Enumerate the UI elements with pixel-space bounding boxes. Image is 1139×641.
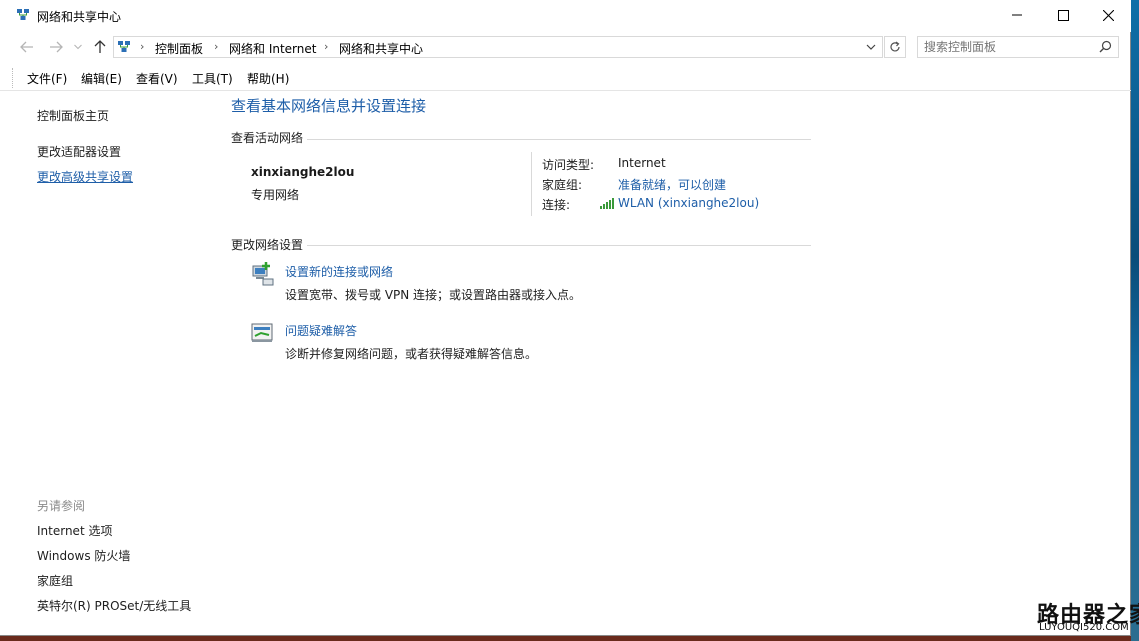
network-sharing-window: 网络和共享中心 › 控制面板 › 网络和 Internet › 网络和共享中心 … (0, 0, 1131, 636)
minimize-icon (1012, 14, 1022, 16)
menu-help[interactable]: 帮助(H) (247, 70, 289, 87)
recent-locations-button[interactable] (72, 38, 84, 56)
page-title: 查看基本网络信息并设置连接 (231, 97, 427, 115)
breadcrumb-network-internet[interactable]: 网络和 Internet (229, 40, 316, 57)
forward-button[interactable] (47, 38, 65, 56)
network-divider (531, 152, 532, 216)
back-arrow-icon (20, 41, 33, 53)
homegroup-link[interactable]: 家庭组 (37, 572, 73, 589)
left-task-pane: 控制面板主页 更改适配器设置 更改高级共享设置 另请参阅 Internet 选项… (0, 91, 222, 636)
access-type-value: Internet (618, 156, 666, 170)
connection-label: 连接: (542, 198, 571, 212)
breadcrumb-control-panel[interactable]: 控制面板 (155, 40, 203, 57)
search-box[interactable] (917, 36, 1119, 58)
network-type: 专用网络 (251, 188, 300, 202)
menu-tools[interactable]: 工具(T) (192, 70, 233, 87)
change-advanced-sharing-link[interactable]: 更改高级共享设置 (37, 168, 133, 185)
breadcrumb-separator-icon: › (324, 40, 329, 53)
maximize-button[interactable] (1040, 0, 1086, 30)
search-input[interactable] (924, 38, 1094, 56)
breadcrumb-separator-icon: › (140, 40, 145, 53)
troubleshoot-icon (251, 323, 273, 342)
network-center-icon (17, 9, 29, 20)
menu-view[interactable]: 查看(V) (136, 70, 178, 87)
change-settings-heading: 更改网络设置 (231, 238, 304, 252)
control-panel-icon (118, 41, 130, 52)
change-adapter-settings-link[interactable]: 更改适配器设置 (37, 143, 121, 160)
close-button[interactable] (1085, 0, 1131, 30)
control-panel-home-link[interactable]: 控制面板主页 (37, 107, 109, 124)
address-bar[interactable]: › 控制面板 › 网络和 Internet › 网络和共享中心 (113, 36, 883, 58)
internet-options-link[interactable]: Internet 选项 (37, 522, 112, 539)
desktop-background (1131, 0, 1139, 641)
up-button[interactable] (91, 38, 109, 56)
window-title: 网络和共享中心 (37, 10, 122, 24)
menu-bar: 文件(F) 编辑(E) 查看(V) 工具(T) 帮助(H) (0, 66, 1131, 91)
breadcrumb-separator-icon: › (214, 40, 219, 53)
see-also-heading: 另请参阅 (37, 499, 86, 513)
windows-firewall-link[interactable]: Windows 防火墙 (37, 547, 130, 564)
homegroup-value-link[interactable]: 准备就绪，可以创建 (618, 176, 726, 193)
connection-value-link[interactable]: WLAN (xinxianghe2lou) (618, 196, 759, 210)
section-divider (307, 139, 811, 140)
refresh-icon (890, 41, 900, 52)
setup-connection-description: 设置宽带、拨号或 VPN 连接；或设置路由器或接入点。 (285, 288, 582, 302)
up-arrow-icon (94, 40, 106, 53)
section-divider (307, 245, 811, 246)
close-icon (1102, 9, 1114, 21)
maximize-icon (1057, 9, 1069, 21)
access-type-label: 访问类型: (542, 158, 595, 172)
menu-grip (12, 68, 14, 88)
back-button[interactable] (18, 38, 36, 56)
setup-connection-link[interactable]: 设置新的连接或网络 (285, 263, 393, 280)
menu-file[interactable]: 文件(F) (27, 70, 67, 87)
refresh-button[interactable] (884, 36, 906, 58)
menu-edit[interactable]: 编辑(E) (81, 70, 122, 87)
chevron-down-icon (74, 44, 82, 50)
troubleshoot-description: 诊断并修复网络问题，或者获得疑难解答信息。 (285, 347, 538, 361)
new-connection-icon (252, 262, 274, 286)
title-bar: 网络和共享中心 (0, 0, 1131, 32)
wifi-signal-icon (600, 198, 614, 209)
intel-proset-link[interactable]: 英特尔(R) PROSet/无线工具 (37, 597, 191, 614)
forward-arrow-icon (50, 41, 63, 53)
homegroup-label: 家庭组: (542, 178, 583, 192)
minimize-button[interactable] (994, 0, 1040, 30)
address-dropdown-icon[interactable] (866, 44, 876, 51)
troubleshoot-link[interactable]: 问题疑难解答 (285, 322, 357, 339)
network-name: xinxianghe2lou (251, 165, 355, 179)
breadcrumb-network-sharing[interactable]: 网络和共享中心 (339, 40, 423, 57)
search-icon[interactable] (1099, 40, 1112, 53)
watermark-url: LUYOUQI520.COM (1039, 622, 1129, 633)
active-networks-heading: 查看活动网络 (231, 131, 304, 145)
